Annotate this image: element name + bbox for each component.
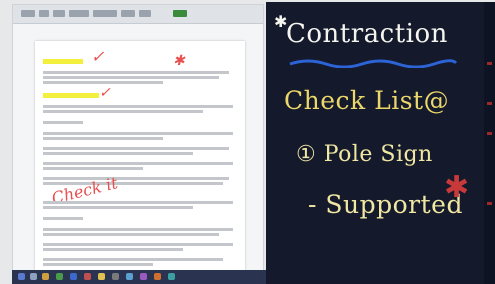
checkmark-icon: ✓ xyxy=(91,47,105,66)
text-line xyxy=(43,152,193,155)
ribbon-tab[interactable] xyxy=(121,10,135,17)
document-page: ✓ ✱ ✓ Check it xyxy=(35,41,245,273)
app-icon[interactable] xyxy=(140,273,147,280)
checklist-heading: Check List@ xyxy=(284,86,450,115)
text-line xyxy=(43,201,233,204)
text-line xyxy=(43,217,83,220)
board-title: Contraction xyxy=(286,19,448,49)
ribbon-tab[interactable] xyxy=(53,10,65,17)
app-icon[interactable] xyxy=(84,273,91,280)
checklist-item-pole-sign: ① Pole Sign xyxy=(296,142,433,167)
text-line xyxy=(43,147,229,150)
ribbon-tab-active[interactable] xyxy=(173,10,187,17)
text-line xyxy=(43,263,153,266)
highlighted-heading xyxy=(43,59,83,64)
app-icon[interactable] xyxy=(126,273,133,280)
app-icon[interactable] xyxy=(168,273,175,280)
wavy-underline xyxy=(289,59,458,68)
ribbon-toolbar xyxy=(13,5,263,24)
text-line xyxy=(43,258,223,261)
toolbar-marker[interactable] xyxy=(487,202,492,205)
text-line xyxy=(43,228,233,231)
app-icon[interactable] xyxy=(42,273,49,280)
toolbar-marker[interactable] xyxy=(487,132,492,135)
text-line xyxy=(43,137,163,140)
star-red-icon: ✱ xyxy=(444,170,470,205)
text-line xyxy=(43,81,163,84)
start-icon[interactable] xyxy=(18,273,25,280)
ribbon-tab[interactable] xyxy=(139,10,151,17)
text-line xyxy=(43,206,193,209)
app-icon[interactable] xyxy=(98,273,105,280)
ribbon-tab[interactable] xyxy=(69,10,89,17)
text-line xyxy=(43,110,203,113)
text-line xyxy=(43,105,233,108)
app-icon[interactable] xyxy=(56,273,63,280)
text-line xyxy=(43,177,229,180)
text-line xyxy=(43,248,183,251)
toolbar-marker[interactable] xyxy=(487,102,492,105)
app-icon[interactable] xyxy=(30,273,37,280)
chalkboard-panel: ✱ Contraction Check List@ ① Pole Sign - … xyxy=(266,2,484,284)
taskbar xyxy=(12,270,266,284)
text-line xyxy=(43,162,233,165)
side-toolbar xyxy=(484,2,495,284)
checkmark-icon: ✓ xyxy=(99,85,111,101)
text-line xyxy=(43,71,229,74)
app-icon[interactable] xyxy=(154,273,161,280)
app-icon[interactable] xyxy=(70,273,77,280)
text-line xyxy=(43,243,233,246)
text-line xyxy=(43,76,219,79)
checklist-item-supported: - Supported xyxy=(308,190,463,219)
ribbon-tab[interactable] xyxy=(21,10,35,17)
ribbon-tab[interactable] xyxy=(39,10,49,17)
text-line xyxy=(43,167,143,170)
highlighted-heading xyxy=(43,93,99,98)
star-red-icon: ✱ xyxy=(173,53,185,69)
text-line xyxy=(43,132,233,135)
ribbon-tab[interactable] xyxy=(93,10,117,17)
app-icon[interactable] xyxy=(112,273,119,280)
screen: ✓ ✱ ✓ Check it ✱ Contraction Check List@… xyxy=(0,0,495,284)
text-line xyxy=(43,233,219,236)
toolbar-marker[interactable] xyxy=(487,62,492,65)
text-line xyxy=(43,121,83,124)
word-processor-window: ✓ ✱ ✓ Check it xyxy=(12,4,264,274)
